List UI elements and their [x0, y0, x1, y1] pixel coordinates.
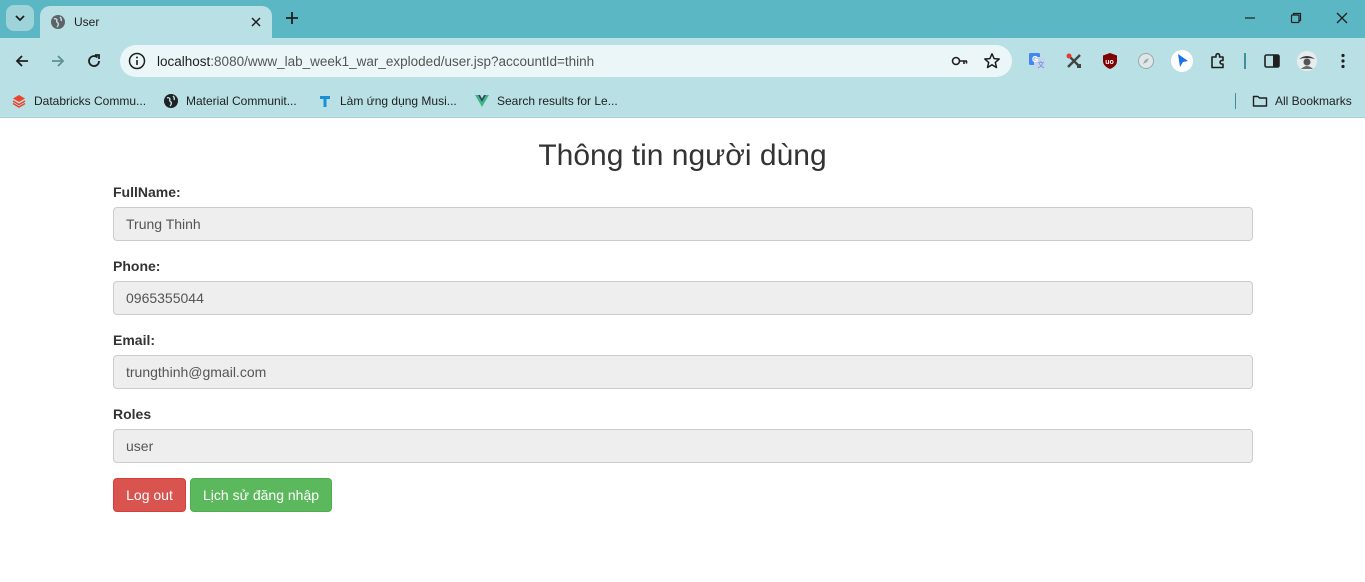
forward-button[interactable]: [45, 48, 71, 74]
key-icon: [951, 56, 968, 66]
info-icon: [128, 52, 146, 70]
vue-icon: [474, 93, 490, 109]
page-content: Thông tin người dùng FullName: Phone: Em…: [0, 119, 1365, 582]
more-vertical-icon: [1341, 53, 1345, 69]
browser-tab-active[interactable]: User: [40, 6, 272, 38]
globe-icon: [163, 93, 179, 109]
bookmark-label: Làm ứng dụng Musi...: [340, 94, 457, 108]
roles-label: Roles: [113, 406, 152, 422]
extensions-menu-button[interactable]: [1206, 49, 1230, 73]
bookmark-star-button[interactable]: [980, 49, 1004, 73]
all-bookmarks-button[interactable]: All Bookmarks: [1252, 90, 1352, 112]
ublock-extension[interactable]: uo: [1098, 49, 1122, 73]
bookmark-music-app[interactable]: Làm ứng dụng Musi...: [317, 90, 457, 112]
arrow-left-icon: [15, 55, 28, 67]
plus-icon: [286, 12, 298, 24]
svg-text:uo: uo: [1105, 59, 1114, 66]
translate-extension[interactable]: G 文: [1025, 49, 1049, 73]
roles-field[interactable]: [113, 429, 1253, 463]
restore-button[interactable]: [1273, 6, 1319, 30]
password-key-button[interactable]: [948, 49, 972, 73]
minimize-button[interactable]: [1227, 6, 1273, 30]
all-bookmarks-label: All Bookmarks: [1275, 94, 1352, 108]
puzzle-icon: [1211, 52, 1224, 69]
bookmark-databricks[interactable]: Databricks Commu...: [11, 90, 146, 112]
bookmark-label: Material Communit...: [186, 94, 297, 108]
reload-icon: [88, 54, 100, 67]
browser-toolbar: localhost:8080/www_lab_week1_war_explode…: [0, 38, 1365, 84]
restore-icon: [1290, 12, 1302, 24]
email-field[interactable]: [113, 355, 1253, 389]
ublock-shield-icon: uo: [1103, 53, 1117, 69]
star-icon: [984, 53, 1000, 69]
bookmarks-bar: Databricks Commu... Material Communit...…: [0, 84, 1365, 118]
side-panel-icon: [1264, 54, 1280, 68]
close-icon: [1336, 12, 1348, 24]
toolbar-divider: [1244, 53, 1246, 69]
tools-extension[interactable]: [1062, 49, 1086, 73]
email-label: Email:: [113, 332, 156, 348]
google-translate-icon: G 文: [1029, 53, 1045, 69]
svg-text:文: 文: [1038, 60, 1045, 69]
phone-label: Phone:: [113, 258, 161, 274]
compass-extension[interactable]: [1134, 49, 1158, 73]
reload-button[interactable]: [81, 48, 107, 74]
fullname-field[interactable]: [113, 207, 1253, 241]
browser-menu-button[interactable]: [1331, 49, 1355, 73]
url-host: localhost: [157, 53, 211, 69]
bookmark-material-community[interactable]: Material Communit...: [163, 90, 297, 112]
avatar-icon: [1297, 51, 1317, 71]
tab-close-button[interactable]: [244, 10, 268, 34]
databricks-icon: [11, 93, 27, 109]
login-history-button[interactable]: Lịch sử đăng nhập: [190, 478, 332, 512]
phone-field[interactable]: [113, 281, 1253, 315]
profile-avatar[interactable]: [1295, 49, 1319, 73]
bookmark-label: Databricks Commu...: [34, 94, 147, 108]
bookmarks-divider: [1235, 93, 1236, 109]
cursor-pointer-icon: [1171, 50, 1193, 72]
arrow-right-icon: [52, 55, 65, 67]
bookmark-label: Search results for Le...: [497, 94, 618, 108]
page-title: Thông tin người dùng: [538, 139, 827, 172]
globe-icon: [51, 15, 65, 29]
chevron-down-icon: [15, 15, 25, 22]
address-bar[interactable]: localhost:8080/www_lab_week1_war_explode…: [120, 45, 1012, 77]
bookmark-search-results[interactable]: Search results for Le...: [474, 90, 618, 112]
site-info-button[interactable]: [125, 49, 149, 73]
url-text[interactable]: localhost:8080/www_lab_week1_war_explode…: [157, 54, 948, 69]
logout-button[interactable]: Log out: [113, 478, 186, 512]
folder-icon: [1252, 93, 1268, 109]
side-panel-button[interactable]: [1260, 49, 1284, 73]
url-path: :8080/www_lab_week1_war_exploded/user.js…: [210, 53, 595, 69]
compass-icon: [1138, 53, 1154, 69]
minimize-icon: [1245, 17, 1255, 19]
tab-title: User: [74, 15, 100, 29]
t-logo-icon: [317, 93, 333, 109]
browser-tab-bar: User: [0, 0, 1365, 38]
fullname-label: FullName:: [113, 184, 181, 200]
tab-search-button[interactable]: [6, 5, 34, 31]
tools-icon: [1066, 53, 1081, 68]
cursor-extension[interactable]: [1170, 49, 1194, 73]
close-icon: [251, 17, 261, 27]
back-button[interactable]: [9, 48, 35, 74]
new-tab-button[interactable]: [280, 6, 304, 30]
close-window-button[interactable]: [1319, 6, 1365, 30]
